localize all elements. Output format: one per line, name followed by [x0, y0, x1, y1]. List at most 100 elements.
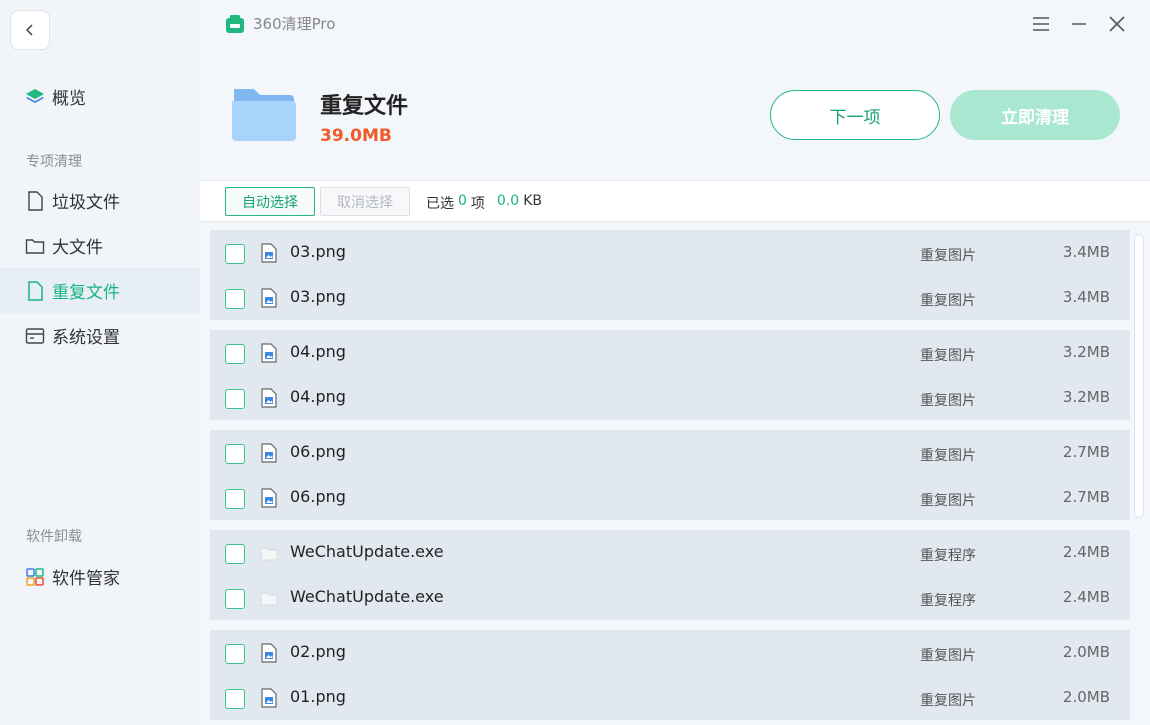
- duplicate-file-list: 03.png 重复图片 3.4MB 03.png 重复图片 3.4MB 04.png 重复图片…: [210, 230, 1130, 725]
- file-type: 重复图片: [920, 348, 976, 364]
- sidebar-item-large-files[interactable]: 大文件: [0, 223, 200, 268]
- selection-toolbar: 自动选择 取消选择 已选 0 项 0.0 KB: [200, 180, 1150, 222]
- file-type: 重复图片: [920, 493, 976, 509]
- file-row[interactable]: WeChatUpdate.exe 重复程序 2.4MB: [210, 530, 1130, 575]
- size-unit: KB: [523, 193, 542, 209]
- selected-prefix: 已选: [426, 196, 454, 212]
- sidebar-item-label: 垃圾文件: [52, 193, 120, 213]
- chevron-left-icon: [25, 24, 33, 36]
- auto-select-button[interactable]: 自动选择: [225, 187, 315, 216]
- file-size: 3.2MB: [1062, 343, 1110, 361]
- row-checkbox[interactable]: [225, 589, 245, 609]
- duplicate-file-icon: [25, 280, 45, 301]
- duplicate-group: 02.png 重复图片 2.0MB 01.png 重复图片 2.0MB: [210, 630, 1130, 720]
- clean-now-button[interactable]: 立即清理: [950, 90, 1120, 140]
- row-checkbox[interactable]: [225, 389, 245, 409]
- file-name: WeChatUpdate.exe: [290, 542, 444, 561]
- file-size: 2.0MB: [1062, 688, 1110, 706]
- row-checkbox[interactable]: [225, 344, 245, 364]
- file-type: 重复程序: [920, 548, 976, 564]
- section-special-clean: 专项清理: [26, 154, 82, 170]
- file-name: 01.png: [290, 687, 346, 706]
- back-button[interactable]: [10, 10, 50, 50]
- image-file-icon: [260, 288, 278, 308]
- duplicate-group: 03.png 重复图片 3.4MB 03.png 重复图片 3.4MB: [210, 230, 1130, 320]
- row-checkbox[interactable]: [225, 489, 245, 509]
- selected-unit: 项: [470, 196, 485, 212]
- file-name: 03.png: [290, 287, 346, 306]
- sidebar-item-duplicate-files[interactable]: 重复文件: [0, 268, 200, 313]
- file-name: 06.png: [290, 487, 346, 506]
- minimize-button[interactable]: [1068, 13, 1090, 35]
- file-row[interactable]: 03.png 重复图片 3.4MB: [210, 275, 1130, 320]
- file-row[interactable]: 06.png 重复图片 2.7MB: [210, 475, 1130, 520]
- row-checkbox[interactable]: [225, 689, 245, 709]
- file-name: 02.png: [290, 642, 346, 661]
- close-button[interactable]: [1106, 13, 1128, 35]
- file-name: 03.png: [290, 242, 346, 261]
- file-row[interactable]: 06.png 重复图片 2.7MB: [210, 430, 1130, 475]
- file-size: 3.4MB: [1062, 243, 1110, 261]
- selection-status: 已选 0 项 0.0 KB: [426, 193, 542, 213]
- layers-icon: [25, 87, 45, 107]
- exe-file-icon: [260, 588, 278, 608]
- file-row[interactable]: 02.png 重复图片 2.0MB: [210, 630, 1130, 675]
- file-name: 04.png: [290, 387, 346, 406]
- image-file-icon: [260, 443, 278, 463]
- file-row[interactable]: 04.png 重复图片 3.2MB: [210, 330, 1130, 375]
- sidebar-item-system-settings[interactable]: 系统设置: [0, 313, 200, 358]
- sidebar-item-overview[interactable]: 概览: [0, 74, 200, 119]
- file-row[interactable]: 04.png 重复图片 3.2MB: [210, 375, 1130, 420]
- folder-icon: [25, 236, 45, 256]
- exe-file-icon: [260, 543, 278, 563]
- next-item-button[interactable]: 下一项: [770, 90, 940, 140]
- sidebar-item-label: 系统设置: [52, 328, 120, 348]
- file-size: 2.4MB: [1062, 543, 1110, 561]
- file-name: 04.png: [290, 342, 346, 361]
- sidebar-item-software-manager[interactable]: 软件管家: [0, 554, 200, 599]
- list-scrollbar[interactable]: [1134, 234, 1144, 518]
- file-size: 3.4MB: [1062, 288, 1110, 306]
- duplicate-group: WeChatUpdate.exe 重复程序 2.4MB WeChatUpdate.ex…: [210, 530, 1130, 620]
- file-size: 2.7MB: [1062, 488, 1110, 506]
- file-size: 2.7MB: [1062, 443, 1110, 461]
- row-checkbox[interactable]: [225, 544, 245, 564]
- row-checkbox[interactable]: [225, 644, 245, 664]
- file-row[interactable]: WeChatUpdate.exe 重复程序 2.4MB: [210, 575, 1130, 620]
- sidebar-item-label: 大文件: [52, 238, 103, 258]
- file-row[interactable]: 03.png 重复图片 3.4MB: [210, 230, 1130, 275]
- image-file-icon: [260, 643, 278, 663]
- total-size: 39.0MB: [320, 126, 392, 146]
- file-type: 重复图片: [920, 393, 976, 409]
- page-title: 重复文件: [320, 94, 409, 119]
- menu-button[interactable]: [1030, 13, 1052, 35]
- menu-icon: [1033, 17, 1049, 31]
- row-checkbox[interactable]: [225, 244, 245, 264]
- folder-icon: [232, 89, 296, 141]
- app-title: 360清理Pro: [225, 13, 335, 34]
- apps-grid-icon: [25, 567, 45, 587]
- sidebar-item-junk-files[interactable]: 垃圾文件: [0, 178, 200, 223]
- close-icon: [1109, 16, 1125, 32]
- file-size: 2.0MB: [1062, 643, 1110, 661]
- file-name: WeChatUpdate.exe: [290, 587, 444, 606]
- file-type: 重复图片: [920, 648, 976, 664]
- sidebar: 概览 专项清理 垃圾文件 大文件 重复文件 系统设置 软件卸载 软件管家: [0, 0, 200, 725]
- selected-size: 0.0: [496, 193, 520, 209]
- sidebar-item-label: 重复文件: [52, 283, 120, 303]
- file-name: 06.png: [290, 442, 346, 461]
- file-type: 重复图片: [920, 693, 976, 709]
- duplicate-group: 04.png 重复图片 3.2MB 04.png 重复图片 3.2MB: [210, 330, 1130, 420]
- file-row[interactable]: 01.png 重复图片 2.0MB: [210, 675, 1130, 720]
- row-checkbox[interactable]: [225, 289, 245, 309]
- file-type: 重复图片: [920, 248, 976, 264]
- image-file-icon: [260, 488, 278, 508]
- settings-window-icon: [25, 326, 45, 346]
- row-checkbox[interactable]: [225, 444, 245, 464]
- cancel-select-button[interactable]: 取消选择: [320, 187, 410, 216]
- sidebar-item-label: 软件管家: [52, 569, 120, 589]
- file-type: 重复图片: [920, 293, 976, 309]
- image-file-icon: [260, 243, 278, 263]
- image-file-icon: [260, 688, 278, 708]
- image-file-icon: [260, 343, 278, 363]
